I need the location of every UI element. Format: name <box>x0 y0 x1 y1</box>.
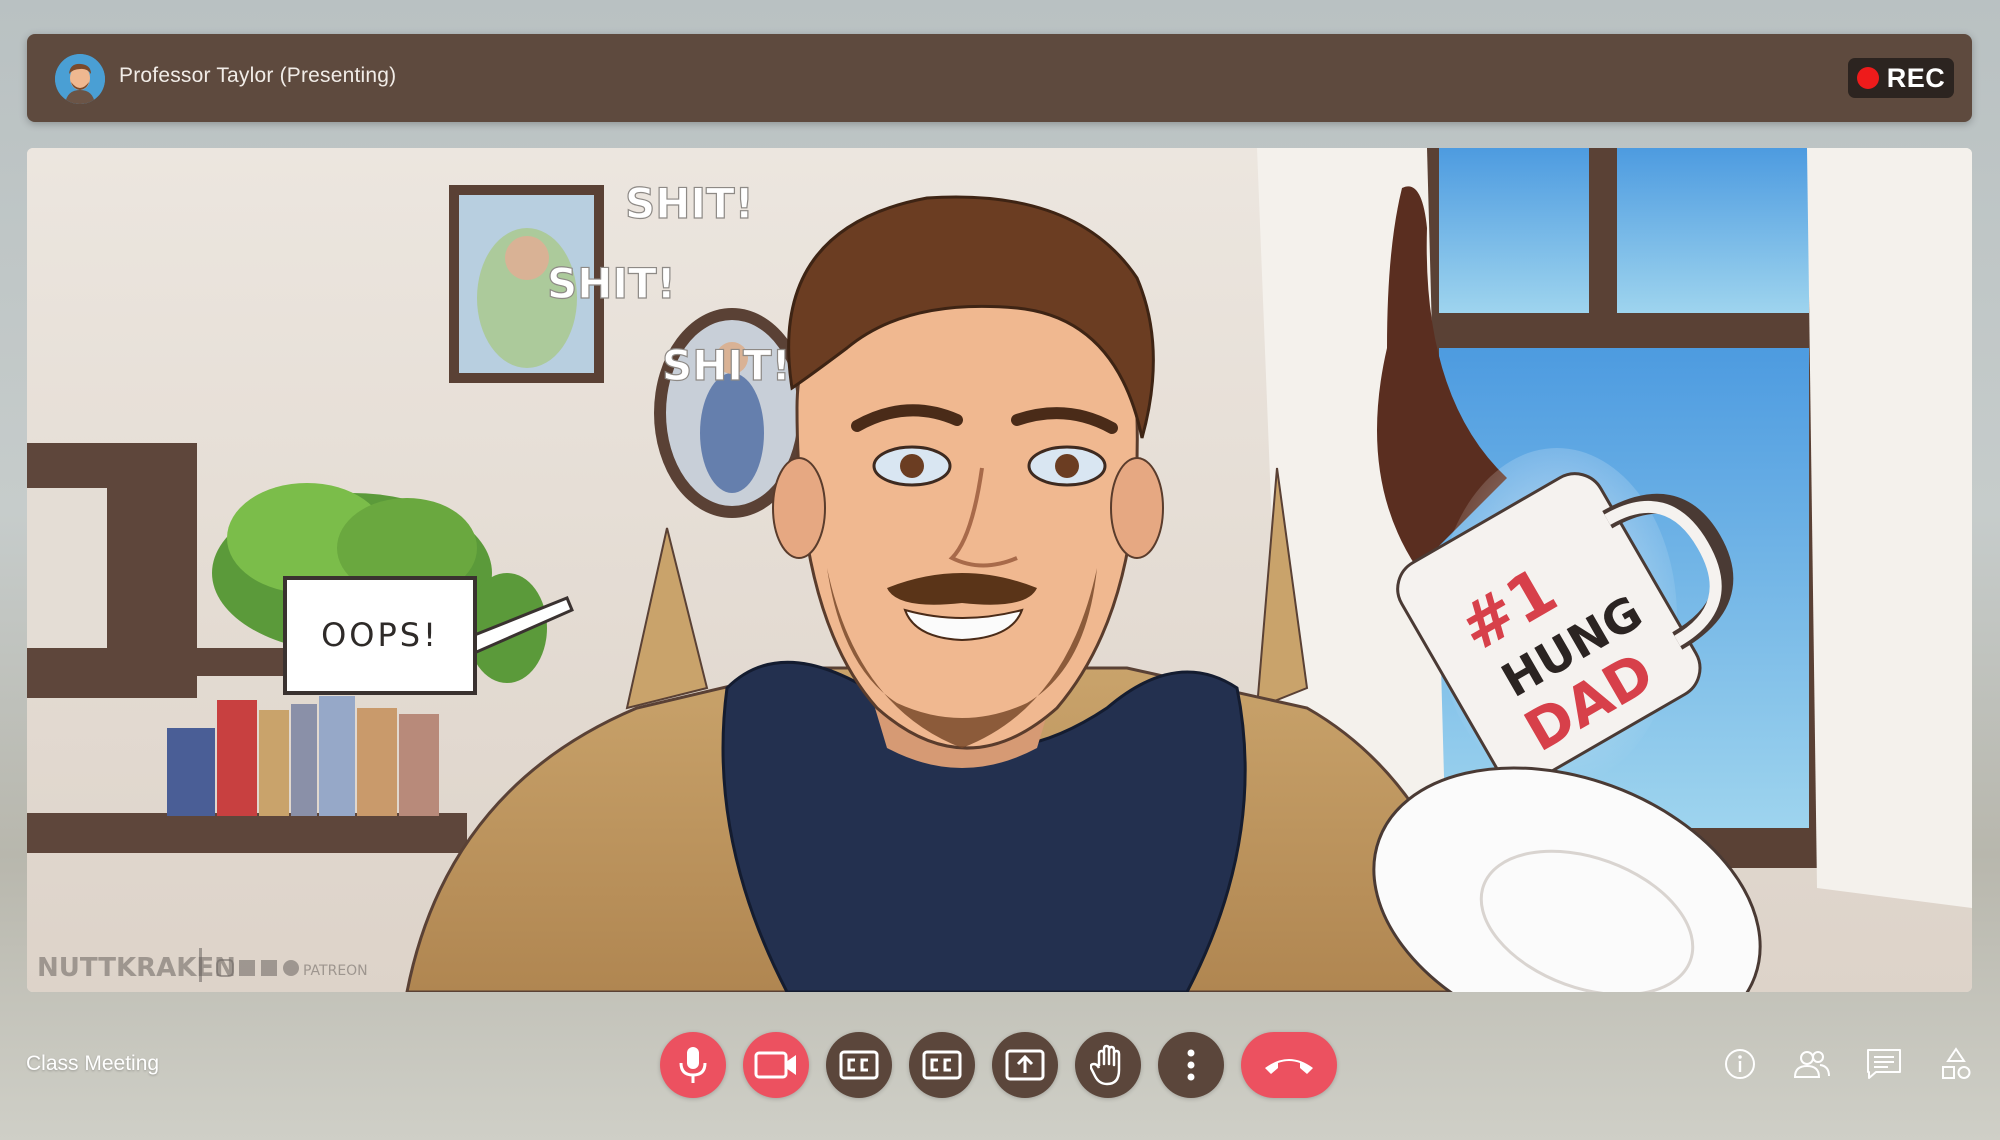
info-button[interactable] <box>1720 1044 1760 1084</box>
hand-icon <box>1090 1044 1121 1086</box>
phone-hangup-icon <box>1265 1059 1313 1074</box>
activities-button[interactable] <box>1936 1044 1976 1084</box>
chat-button[interactable] <box>1864 1044 1904 1084</box>
captions-button[interactable] <box>826 1032 892 1098</box>
captions-alt-button[interactable] <box>909 1032 975 1098</box>
meeting-side-tools <box>1720 1044 1976 1084</box>
more-options-button[interactable] <box>1158 1032 1224 1098</box>
raise-hand-button[interactable] <box>1075 1032 1141 1098</box>
x-icon <box>239 960 255 976</box>
microphone-icon <box>679 1047 707 1083</box>
presenter-name: Professor Taylor (Presenting) <box>119 64 397 87</box>
meeting-title: Class Meeting <box>26 1052 160 1075</box>
presenter-header: Professor Taylor (Presenting) REC <box>27 34 1972 122</box>
main-video-feed[interactable]: SHIT! SHIT! SHIT! OOPS! #1 HUNG DAD NUTT… <box>27 148 1972 992</box>
caption-word-2: SHIT! <box>547 259 676 308</box>
caption-word-3: SHIT! <box>662 341 791 390</box>
right-curtain <box>1807 148 1972 908</box>
recording-label: REC <box>1886 62 1946 93</box>
patreon-icon <box>283 960 299 976</box>
share-screen-button[interactable] <box>992 1032 1058 1098</box>
recording-indicator: REC <box>1848 58 1954 98</box>
chat-icon <box>1867 1049 1901 1079</box>
share-screen-icon <box>1005 1049 1045 1081</box>
info-icon <box>1725 1049 1755 1079</box>
presenter-avatar[interactable] <box>55 54 105 104</box>
closed-captions-icon <box>839 1050 879 1080</box>
activities-icon <box>1942 1047 1971 1079</box>
end-call-button[interactable] <box>1241 1032 1337 1098</box>
microphone-button[interactable] <box>660 1032 726 1098</box>
speech-bubble-text: OOPS! <box>321 616 439 654</box>
camera-button[interactable] <box>743 1032 809 1098</box>
people-button[interactable] <box>1792 1044 1832 1084</box>
call-controls <box>660 1032 1337 1102</box>
watermark-platform: PATREON <box>303 963 368 979</box>
vertical-dots-icon <box>1187 1049 1195 1081</box>
caption-word-1: SHIT! <box>625 179 754 228</box>
recording-dot-icon <box>1856 67 1879 89</box>
watermark-artist: NUTTKRAKEN <box>37 953 236 983</box>
video-camera-icon <box>754 1051 796 1079</box>
bluesky-icon <box>261 960 277 976</box>
people-icon <box>1793 1051 1830 1078</box>
closed-captions-icon <box>922 1050 962 1080</box>
